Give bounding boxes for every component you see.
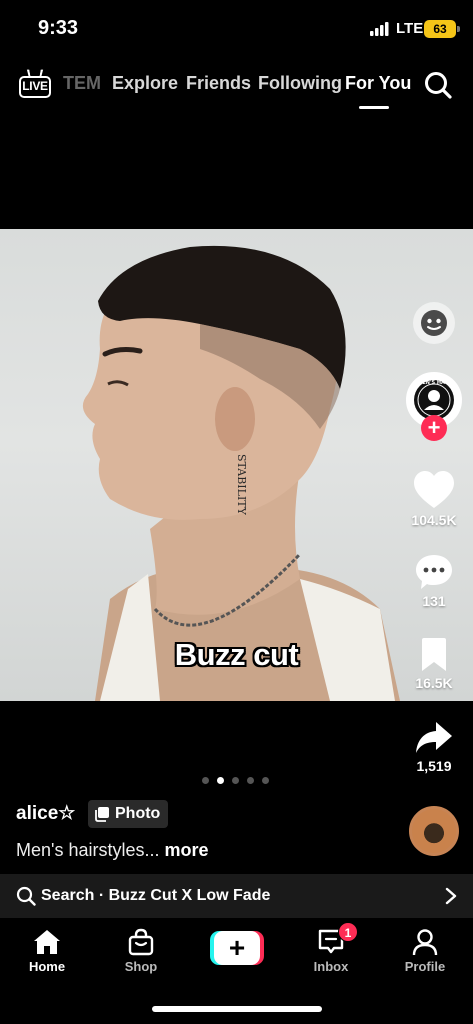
post-photo[interactable]: STABILITY Buzz cut [0,229,473,701]
carousel-dot-active [217,777,224,784]
author-name[interactable]: alice☆ [16,802,75,825]
nav-profile-label: Profile [404,959,446,974]
cellular-signal-icon [370,22,389,36]
effect-button[interactable] [405,300,463,346]
create-button[interactable]: + [210,931,264,965]
plus-icon: + [214,931,260,965]
save-button[interactable]: 16.5K [405,637,463,691]
like-count: 104.5K [411,512,457,528]
top-navigation: LIVE TEM Explore Friends Following For Y… [0,60,473,110]
effect-icon [413,302,455,344]
nav-home[interactable]: Home [12,928,82,974]
nav-profile[interactable]: Profile [390,928,460,974]
inbox-badge: 1 [338,922,358,942]
photo-badge-label: Photo [115,805,161,822]
active-tab-indicator [359,106,389,109]
more-link[interactable]: more [165,840,209,860]
nav-inbox-label: Inbox [313,959,349,974]
related-search-bar[interactable]: Search · Buzz Cut X Low Fade [0,874,473,918]
share-icon [416,722,452,753]
carousel-indicator [202,777,269,784]
home-icon [34,930,60,954]
tab-for-you[interactable]: For You [345,73,411,94]
photo-badge: Photo [88,800,169,828]
tab-friends[interactable]: Friends [186,73,251,94]
shopping-bag-icon [128,928,154,956]
nav-shop-label: Shop [124,959,158,974]
caption-sticker: Buzz cut [174,637,299,672]
post-description[interactable]: Men's hairstyles... more [16,840,209,861]
nav-home-label: Home [28,959,66,974]
svg-text:STABILITY: STABILITY [235,454,248,516]
status-bar: 9:33 LTE 63 [0,0,473,60]
related-search-text: Search · Buzz Cut X Low Fade [41,887,271,904]
home-indicator [152,1006,322,1012]
carousel-dot [232,777,239,784]
carousel-dot [202,777,209,784]
comment-count: 131 [422,593,446,609]
comment-icon [416,555,452,589]
tab-tem[interactable]: TEM [63,73,101,94]
live-label: LIVE [19,76,51,98]
comment-button[interactable]: 131 [405,553,463,609]
description-text: Men's hairstyles... [16,840,160,860]
search-icon[interactable] [423,70,453,100]
photo-stack-icon [95,807,109,822]
network-type: LTE [396,20,424,37]
battery-icon: 63 [424,20,460,38]
chevron-right-icon [445,887,457,905]
tab-explore[interactable]: Explore [112,73,178,94]
neck-tattoo: STABILITY [235,454,248,516]
tab-following[interactable]: Following [258,73,342,94]
bookmark-icon [422,638,446,671]
save-count: 16.5K [415,675,453,691]
svg-text:MEN'S HAIR: MEN'S HAIR [417,380,450,386]
carousel-dot [262,777,269,784]
share-button[interactable]: 1,519 [405,720,463,774]
share-count: 1,519 [416,758,452,774]
profile-icon [412,929,438,956]
nav-shop[interactable]: Shop [106,928,176,974]
like-button[interactable]: 104.5K [405,470,463,528]
heart-icon [414,471,454,508]
follow-button[interactable]: + [421,415,447,441]
status-time: 9:33 [38,17,79,39]
search-icon [16,886,36,906]
live-icon[interactable]: LIVE [19,69,51,100]
carousel-dot [247,777,254,784]
battery-level: 63 [433,22,447,36]
sound-disc[interactable] [409,806,459,856]
